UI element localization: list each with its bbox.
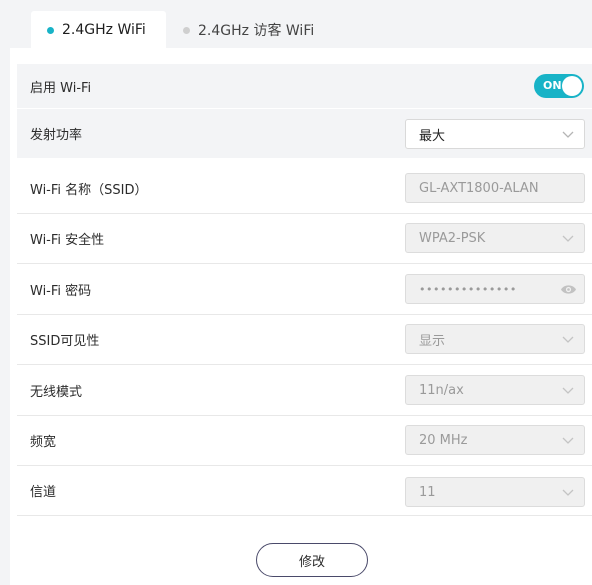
- wireless-mode-select[interactable]: 11n/ax: [405, 375, 585, 405]
- chevron-down-icon: [562, 387, 574, 394]
- tab-label: 2.4GHz WiFi: [62, 22, 146, 38]
- wireless-mode-value: 11n/ax: [419, 382, 464, 398]
- ssid-label: Wi-Fi 名称（SSID）: [30, 183, 148, 198]
- tab-2-4ghz-guest-wifi[interactable]: 2.4GHz 访客 WiFi: [183, 11, 314, 49]
- channel-select[interactable]: 11: [405, 477, 585, 507]
- channel-value: 11: [419, 484, 436, 500]
- tab-bar: 2.4GHz WiFi 2.4GHz 访客 WiFi: [0, 0, 592, 49]
- bandwidth-select[interactable]: 20 MHz: [405, 425, 585, 455]
- chevron-down-icon: [562, 489, 574, 496]
- security-value: WPA2-PSK: [419, 230, 486, 246]
- active-tab-dot-icon: [47, 26, 54, 34]
- enable-wifi-toggle[interactable]: ON: [534, 74, 584, 98]
- tab-2-4ghz-wifi[interactable]: 2.4GHz WiFi: [31, 11, 166, 49]
- toggle-knob: [562, 76, 582, 96]
- password-row: Wi-Fi 密码 ••••••••••••••: [17, 265, 592, 315]
- tab-label: 2.4GHz 访客 WiFi: [198, 23, 315, 39]
- bandwidth-label: 频宽: [30, 435, 57, 450]
- ssid-visibility-select[interactable]: 显示: [405, 324, 585, 354]
- password-input[interactable]: ••••••••••••••: [405, 274, 585, 304]
- chevron-down-icon: [562, 336, 574, 343]
- tx-power-label: 发射功率: [30, 128, 83, 143]
- eye-icon[interactable]: [560, 283, 577, 296]
- ssid-input[interactable]: GL-AXT1800-ALAN: [405, 173, 585, 203]
- tx-power-row: 发射功率 最大: [17, 109, 592, 158]
- ssid-visibility-row: SSID可见性 显示: [17, 315, 592, 365]
- security-label: Wi-Fi 安全性: [30, 233, 105, 248]
- ssid-value: GL-AXT1800-ALAN: [419, 180, 539, 196]
- channel-row: 信道 11: [17, 466, 592, 516]
- password-label: Wi-Fi 密码: [30, 284, 92, 299]
- modify-button[interactable]: 修改: [256, 543, 368, 577]
- ssid-row: Wi-Fi 名称（SSID） GL-AXT1800-ALAN: [17, 164, 592, 214]
- tx-power-value: 最大: [419, 128, 446, 144]
- bandwidth-row: 频宽 20 MHz: [17, 416, 592, 466]
- chevron-down-icon: [562, 437, 574, 444]
- channel-label: 信道: [30, 485, 57, 500]
- wireless-mode-row: 无线模式 11n/ax: [17, 366, 592, 416]
- inactive-tab-dot-icon: [183, 26, 190, 34]
- chevron-down-icon: [562, 235, 574, 242]
- security-row: Wi-Fi 安全性 WPA2-PSK: [17, 214, 592, 264]
- security-select[interactable]: WPA2-PSK: [405, 223, 585, 253]
- wireless-mode-label: 无线模式: [30, 385, 83, 400]
- tx-power-select[interactable]: 最大: [405, 119, 585, 149]
- chevron-down-icon: [562, 131, 574, 138]
- bandwidth-value: 20 MHz: [419, 432, 468, 448]
- ssid-visibility-label: SSID可见性: [30, 334, 100, 349]
- enable-wifi-label: 启用 Wi-Fi: [30, 80, 92, 96]
- toggle-state-text: ON: [543, 79, 562, 92]
- password-value: ••••••••••••••: [419, 282, 517, 296]
- enable-wifi-row: 启用 Wi-Fi ON: [17, 64, 592, 109]
- ssid-visibility-value: 显示: [419, 333, 446, 349]
